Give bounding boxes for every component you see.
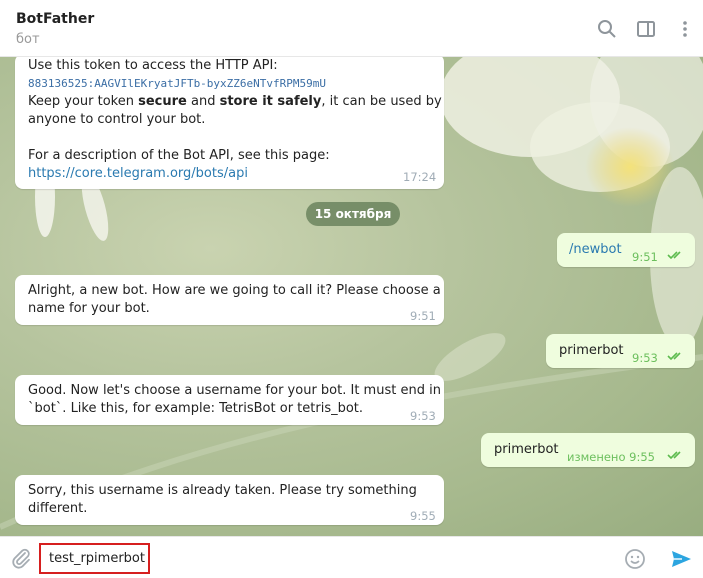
message-text: Alright, a new bot. How are we going to … (28, 283, 441, 316)
read-checkmarks-icon (667, 451, 681, 460)
message-text: Keep your token secure and store it safe… (28, 94, 442, 109)
incoming-message[interactable]: Good. Now let's choose a username for yo… (15, 375, 444, 425)
sidebar-panel-icon[interactable] (636, 19, 656, 39)
message-time: 9:53 (410, 409, 436, 423)
outgoing-message[interactable]: /newbot 9:51 (557, 233, 695, 267)
message-text: primerbot (494, 442, 559, 457)
search-icon[interactable] (597, 19, 617, 39)
read-checkmarks-icon (667, 352, 681, 361)
message-text: primerbot (559, 343, 624, 358)
message-text: /newbot (569, 242, 622, 257)
message-composer: test_rpimerbot (0, 536, 703, 578)
api-docs-link[interactable]: https://core.telegram.org/bots/api (28, 165, 248, 183)
message-time: 17:24 (403, 170, 437, 184)
read-checkmarks-icon (667, 251, 681, 260)
message-text: For a description of the Bot API, see th… (28, 148, 330, 163)
message-text: Use this token to access the HTTP API: (28, 58, 278, 73)
message-time: 9:55 (410, 509, 436, 523)
outgoing-message[interactable]: primerbot 9:53 (546, 334, 695, 368)
bot-token[interactable]: 883136525:AAGVIlEKryatJFTb-byxZZ6eNTvfRP… (28, 75, 326, 93)
more-vertical-icon[interactable] (675, 19, 695, 39)
paperclip-icon[interactable] (10, 547, 32, 569)
outgoing-message[interactable]: primerbot изменено 9:55 (481, 433, 695, 467)
message-time: 9:53 (632, 351, 658, 365)
chat-history[interactable]: Use this token to access the HTTP API: 8… (0, 57, 703, 536)
date-separator: 15 октября (306, 202, 400, 226)
message-time: 9:51 (632, 250, 658, 264)
chat-header: BotFather бот (0, 0, 703, 57)
incoming-message[interactable]: Sorry, this username is already taken. P… (15, 475, 444, 525)
chat-subtitle: бот (16, 32, 40, 47)
message-time: 9:51 (410, 309, 436, 323)
message-text: anyone to control your bot. (28, 112, 206, 127)
chat-title[interactable]: BotFather (16, 11, 94, 27)
incoming-message[interactable]: Alright, a new bot. How are we going to … (15, 275, 444, 325)
message-input[interactable]: test_rpimerbot (39, 543, 150, 574)
send-icon[interactable] (670, 548, 692, 570)
message-text: Sorry, this username is already taken. P… (28, 483, 417, 516)
incoming-message[interactable]: Use this token to access the HTTP API: 8… (15, 57, 444, 189)
message-text: Good. Now let's choose a username for yo… (28, 383, 441, 416)
emoji-icon[interactable] (624, 548, 646, 570)
message-time: изменено 9:55 (567, 450, 655, 464)
